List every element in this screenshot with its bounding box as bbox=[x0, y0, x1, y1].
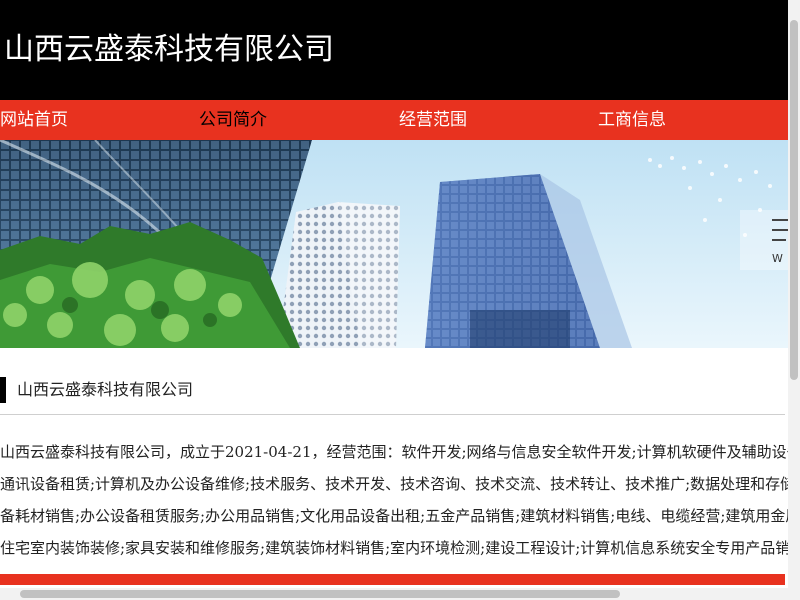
main-nav: 网站首页 公司简介 经营范围 工商信息 bbox=[0, 100, 800, 140]
vertical-scrollbar[interactable] bbox=[788, 0, 800, 600]
vertical-scrollbar-thumb[interactable] bbox=[790, 20, 798, 380]
header: 山西云盛泰科技有限公司 bbox=[0, 0, 800, 100]
description-line: 通讯设备租赁;计算机及办公设备维修;技术服务、技术开发、技术咨询、技术交流、技术… bbox=[0, 475, 800, 493]
footer-accent-bar bbox=[0, 574, 785, 585]
section-title: 山西云盛泰科技有限公司 bbox=[17, 380, 194, 399]
description-line: 备耗材销售;办公设备租赁服务;办公用品销售;文化用品设备出租;五金产品销售;建筑… bbox=[0, 507, 800, 525]
section-accent-bar bbox=[0, 377, 6, 403]
nav-item-business-scope[interactable]: 经营范围 bbox=[399, 100, 467, 140]
nav-item-business-info[interactable]: 工商信息 bbox=[598, 100, 666, 140]
description-line: 山西云盛泰科技有限公司，成立于2021-04-21，经营范围：软件开发;网络与信… bbox=[0, 443, 800, 461]
nav-item-company-profile[interactable]: 公司简介 bbox=[199, 100, 267, 140]
site-title[interactable]: 山西云盛泰科技有限公司 bbox=[4, 30, 334, 70]
company-description: 山西云盛泰科技有限公司，成立于2021-04-21，经营范围：软件开发;网络与信… bbox=[0, 436, 800, 566]
city-skyscrapers-illustration: W bbox=[0, 140, 800, 348]
nav-item-home[interactable]: 网站首页 bbox=[0, 100, 68, 140]
page: 山西云盛泰科技有限公司 网站首页 公司简介 经营范围 工商信息 W 山西云盛泰科… bbox=[0, 0, 800, 600]
horizontal-scrollbar[interactable] bbox=[0, 588, 788, 600]
banner-corner-letter: W bbox=[772, 252, 783, 265]
description-line: 住宅室内装饰装修;家具安装和维修服务;建筑装饰材料销售;室内环境检测;建设工程设… bbox=[0, 539, 800, 557]
section-header: 山西云盛泰科技有限公司 bbox=[0, 377, 785, 415]
banner-image: W bbox=[0, 140, 800, 348]
horizontal-scrollbar-thumb[interactable] bbox=[20, 590, 620, 598]
